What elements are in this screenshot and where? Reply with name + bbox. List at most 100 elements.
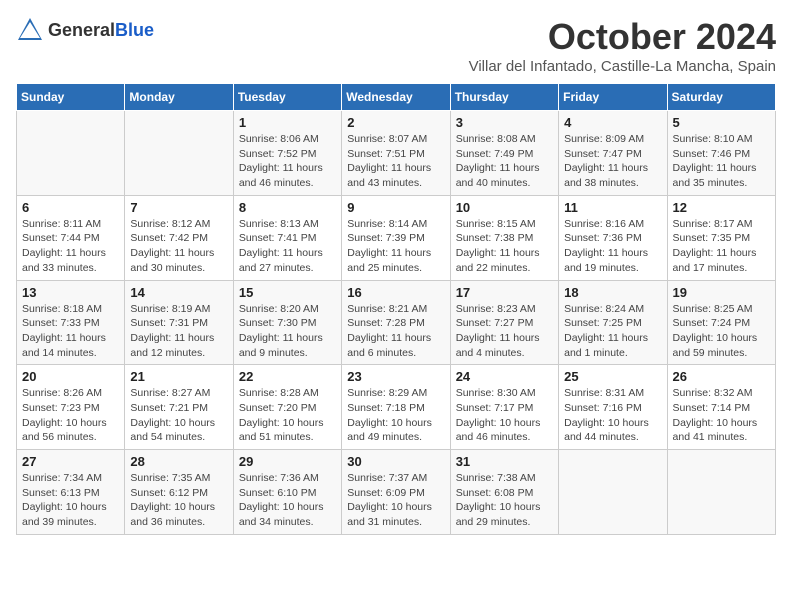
calendar-day-header: Friday [559, 84, 667, 111]
day-info: Sunrise: 8:21 AM Sunset: 7:28 PM Dayligh… [347, 302, 444, 361]
day-info: Sunrise: 7:38 AM Sunset: 6:08 PM Dayligh… [456, 471, 553, 530]
calendar-cell: 17Sunrise: 8:23 AM Sunset: 7:27 PM Dayli… [450, 280, 558, 365]
day-info: Sunrise: 7:34 AM Sunset: 6:13 PM Dayligh… [22, 471, 119, 530]
calendar-cell: 20 Sunrise: 8:26 AM Sunset: 7:23 PM Dayli… [17, 365, 125, 450]
day-info: Sunrise: 8:11 AM Sunset: 7:44 PM Dayligh… [22, 217, 119, 276]
day-number: 30 [347, 454, 444, 469]
day-number: 1 [239, 115, 336, 130]
location-subtitle: Villar del Infantado, Castille-La Mancha… [469, 58, 776, 75]
calendar-cell: 26 Sunrise: 8:32 AM Sunset: 7:14 PM Dayli… [667, 365, 775, 450]
calendar-cell: 6 Sunrise: 8:11 AM Sunset: 7:44 PM Daylig… [17, 195, 125, 280]
calendar-cell: 7 Sunrise: 8:12 AM Sunset: 7:42 PM Daylig… [125, 195, 233, 280]
logo-blue-text: Blue [115, 20, 154, 40]
calendar-cell: 16Sunrise: 8:21 AM Sunset: 7:28 PM Dayli… [342, 280, 450, 365]
day-number: 5 [673, 115, 770, 130]
day-number: 10 [456, 200, 553, 215]
day-number: 26 [673, 369, 770, 384]
day-info: Sunrise: 8:13 AM Sunset: 7:41 PM Dayligh… [239, 217, 336, 276]
day-info: Sunrise: 8:17 AM Sunset: 7:35 PM Dayligh… [673, 217, 770, 276]
calendar-cell: 1 Sunrise: 8:06 AM Sunset: 7:52 PM Daylig… [233, 111, 341, 196]
day-number: 31 [456, 454, 553, 469]
day-info: Sunrise: 7:36 AM Sunset: 6:10 PM Dayligh… [239, 471, 336, 530]
day-info: Sunrise: 8:16 AM Sunset: 7:36 PM Dayligh… [564, 217, 661, 276]
day-info: Sunrise: 8:25 AM Sunset: 7:24 PM Dayligh… [673, 302, 770, 361]
calendar-cell: 10 Sunrise: 8:15 AM Sunset: 7:38 PM Dayli… [450, 195, 558, 280]
calendar-cell: 13Sunrise: 8:18 AM Sunset: 7:33 PM Dayli… [17, 280, 125, 365]
calendar-cell: 15 Sunrise: 8:20 AM Sunset: 7:30 PM Dayli… [233, 280, 341, 365]
calendar-day-header: Sunday [17, 84, 125, 111]
day-info: Sunrise: 8:10 AM Sunset: 7:46 PM Dayligh… [673, 132, 770, 191]
calendar-cell: 14Sunrise: 8:19 AM Sunset: 7:31 PM Dayli… [125, 280, 233, 365]
month-title: October 2024 [469, 16, 776, 58]
day-number: 27 [22, 454, 119, 469]
calendar-day-header: Saturday [667, 84, 775, 111]
day-info: Sunrise: 8:20 AM Sunset: 7:30 PM Dayligh… [239, 302, 336, 361]
calendar-cell: 21 Sunrise: 8:27 AM Sunset: 7:21 PM Dayli… [125, 365, 233, 450]
day-info: Sunrise: 8:28 AM Sunset: 7:20 PM Dayligh… [239, 386, 336, 445]
day-number: 24 [456, 369, 553, 384]
calendar-cell: 2Sunrise: 8:07 AM Sunset: 7:51 PM Daylig… [342, 111, 450, 196]
day-number: 15 [239, 285, 336, 300]
calendar-cell: 4 Sunrise: 8:09 AM Sunset: 7:47 PM Daylig… [559, 111, 667, 196]
day-number: 13 [22, 285, 119, 300]
calendar-cell [667, 450, 775, 535]
day-info: Sunrise: 8:26 AM Sunset: 7:23 PM Dayligh… [22, 386, 119, 445]
day-number: 22 [239, 369, 336, 384]
day-number: 4 [564, 115, 661, 130]
logo-icon [16, 16, 44, 44]
day-number: 19 [673, 285, 770, 300]
calendar-cell [17, 111, 125, 196]
day-info: Sunrise: 8:09 AM Sunset: 7:47 PM Dayligh… [564, 132, 661, 191]
day-number: 12 [673, 200, 770, 215]
calendar-cell: 25Sunrise: 8:31 AM Sunset: 7:16 PM Dayli… [559, 365, 667, 450]
calendar-cell: 11 Sunrise: 8:16 AM Sunset: 7:36 PM Dayli… [559, 195, 667, 280]
day-info: Sunrise: 8:32 AM Sunset: 7:14 PM Dayligh… [673, 386, 770, 445]
calendar-cell [125, 111, 233, 196]
day-info: Sunrise: 8:08 AM Sunset: 7:49 PM Dayligh… [456, 132, 553, 191]
calendar-week-row: 6 Sunrise: 8:11 AM Sunset: 7:44 PM Daylig… [17, 195, 776, 280]
day-info: Sunrise: 8:07 AM Sunset: 7:51 PM Dayligh… [347, 132, 444, 191]
calendar-cell: 3 Sunrise: 8:08 AM Sunset: 7:49 PM Daylig… [450, 111, 558, 196]
calendar-week-row: 20 Sunrise: 8:26 AM Sunset: 7:23 PM Dayli… [17, 365, 776, 450]
day-number: 14 [130, 285, 227, 300]
calendar-day-header: Tuesday [233, 84, 341, 111]
calendar-header-row: SundayMondayTuesdayWednesdayThursdayFrid… [17, 84, 776, 111]
calendar-cell: 24 Sunrise: 8:30 AM Sunset: 7:17 PM Dayli… [450, 365, 558, 450]
calendar-cell: 28 Sunrise: 7:35 AM Sunset: 6:12 PM Dayli… [125, 450, 233, 535]
day-number: 21 [130, 369, 227, 384]
day-info: Sunrise: 8:15 AM Sunset: 7:38 PM Dayligh… [456, 217, 553, 276]
day-info: Sunrise: 8:29 AM Sunset: 7:18 PM Dayligh… [347, 386, 444, 445]
calendar-day-header: Wednesday [342, 84, 450, 111]
calendar-cell: 31 Sunrise: 7:38 AM Sunset: 6:08 PM Dayli… [450, 450, 558, 535]
calendar-cell: 19 Sunrise: 8:25 AM Sunset: 7:24 PM Dayli… [667, 280, 775, 365]
day-info: Sunrise: 8:12 AM Sunset: 7:42 PM Dayligh… [130, 217, 227, 276]
calendar-cell: 5 Sunrise: 8:10 AM Sunset: 7:46 PM Daylig… [667, 111, 775, 196]
day-info: Sunrise: 8:27 AM Sunset: 7:21 PM Dayligh… [130, 386, 227, 445]
day-number: 11 [564, 200, 661, 215]
day-number: 29 [239, 454, 336, 469]
day-info: Sunrise: 8:30 AM Sunset: 7:17 PM Dayligh… [456, 386, 553, 445]
day-info: Sunrise: 8:24 AM Sunset: 7:25 PM Dayligh… [564, 302, 661, 361]
page-header: GeneralBlue October 2024 Villar del Infa… [16, 16, 776, 75]
day-number: 3 [456, 115, 553, 130]
day-number: 9 [347, 200, 444, 215]
calendar-week-row: 27 Sunrise: 7:34 AM Sunset: 6:13 PM Dayli… [17, 450, 776, 535]
day-number: 8 [239, 200, 336, 215]
day-number: 23 [347, 369, 444, 384]
day-info: Sunrise: 8:23 AM Sunset: 7:27 PM Dayligh… [456, 302, 553, 361]
day-info: Sunrise: 8:14 AM Sunset: 7:39 PM Dayligh… [347, 217, 444, 276]
day-number: 18 [564, 285, 661, 300]
calendar-cell: 30 Sunrise: 7:37 AM Sunset: 6:09 PM Dayli… [342, 450, 450, 535]
title-area: October 2024 Villar del Infantado, Casti… [469, 16, 776, 75]
day-number: 25 [564, 369, 661, 384]
day-number: 20 [22, 369, 119, 384]
day-info: Sunrise: 7:35 AM Sunset: 6:12 PM Dayligh… [130, 471, 227, 530]
calendar-cell: 29 Sunrise: 7:36 AM Sunset: 6:10 PM Dayli… [233, 450, 341, 535]
day-info: Sunrise: 8:06 AM Sunset: 7:52 PM Dayligh… [239, 132, 336, 191]
calendar-cell: 27 Sunrise: 7:34 AM Sunset: 6:13 PM Dayli… [17, 450, 125, 535]
day-info: Sunrise: 7:37 AM Sunset: 6:09 PM Dayligh… [347, 471, 444, 530]
day-number: 7 [130, 200, 227, 215]
day-number: 28 [130, 454, 227, 469]
logo-general-text: General [48, 20, 115, 40]
day-number: 6 [22, 200, 119, 215]
